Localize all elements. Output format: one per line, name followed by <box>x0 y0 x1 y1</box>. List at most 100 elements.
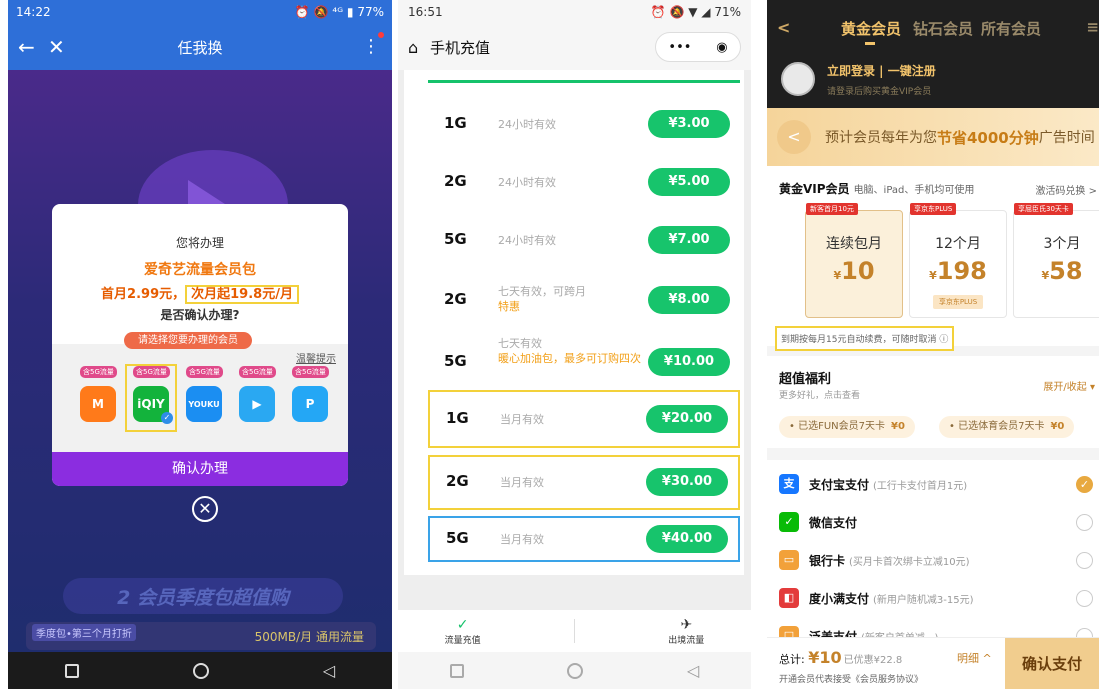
package-size: 2G <box>444 290 467 308</box>
bank-card-icon: ▭ <box>779 550 799 570</box>
status-bar: 14:22 ⏰ 🔕 ⁴ᴳ ▮ 77% <box>8 0 392 24</box>
payment-alipay[interactable]: 支 支付宝支付 (工行卡支付首月1元) ✓ <box>767 466 1099 504</box>
package-desc: 24小时有效 <box>498 118 556 131</box>
close-target-icon[interactable]: ◉ <box>716 40 727 55</box>
quarterly-package-row[interactable]: 季度包•第三个月打折 500MB/月 通用流量 <box>26 622 376 650</box>
tab-divider <box>573 619 575 643</box>
package-row: 5G 七天有效 暖心加油包，最多可订购四次 ¥10.00 <box>428 332 740 392</box>
plan-tag: 享屈臣氏30天卡 <box>1014 203 1073 215</box>
confirm-button[interactable]: 确认办理 <box>52 452 348 486</box>
back-arrow-icon[interactable]: ← <box>18 35 48 59</box>
menu-icon[interactable]: ≡ <box>1086 18 1099 36</box>
package-size: 5G <box>444 230 467 248</box>
tab-gold[interactable]: 黄金会员 <box>841 18 901 39</box>
benefit-chip[interactable]: • 已选体育会员7天卡 ¥0 <box>939 416 1075 438</box>
app-option-youku[interactable]: 含5G流量 YOUKU <box>180 366 228 430</box>
price-button[interactable]: ¥30.00 <box>646 468 728 496</box>
app-option-mango[interactable]: 含5G流量 M <box>74 366 122 430</box>
price-button[interactable]: ¥10.00 <box>648 348 730 376</box>
payment-bank-card[interactable]: ▭ 银行卡 (买月卡首次绑卡立减10元) <box>767 542 1099 580</box>
payment-wechat[interactable]: ✓ 微信支付 <box>767 504 1099 542</box>
price-button[interactable]: ¥8.00 <box>648 286 730 314</box>
notification-dot <box>378 32 384 38</box>
radio-button[interactable] <box>1076 590 1093 607</box>
checkout-footer: 总计: ¥10 已优惠¥22.8 明细 ^ 开通会员代表接受《会员服务协议》 确认… <box>767 637 1099 689</box>
app-option-tencent[interactable]: 含5G流量 ▶ <box>233 366 281 430</box>
benefit-subtitle: 更多好礼，点击查看 <box>779 391 861 401</box>
price-next-month: 次月起19.8元/月 <box>185 285 299 304</box>
tab-all[interactable]: 所有会员 <box>981 18 1041 39</box>
pptv-logo: P <box>292 386 328 422</box>
divider <box>428 80 740 83</box>
tab-diamond[interactable]: 钻石会员 <box>913 18 973 39</box>
back-icon[interactable]: ◁ <box>323 661 335 680</box>
package-size: 1G <box>446 409 469 427</box>
tip-link[interactable]: 温馨提示 <box>296 350 336 365</box>
price-first-month: 首月2.99元， <box>101 287 186 302</box>
agreement-link[interactable]: 开通会员代表接受《会员服务协议》 <box>779 672 923 685</box>
check-icon: ✓ <box>161 412 173 424</box>
price-button[interactable]: ¥5.00 <box>648 168 730 196</box>
confirm-pay-button[interactable]: 确认支付 <box>1005 638 1099 689</box>
redeem-code-link[interactable]: 激活码兑换 > <box>1035 182 1097 197</box>
recents-icon[interactable] <box>449 663 464 678</box>
package-desc: 当月有效 <box>500 533 544 546</box>
plan-tag: 享京东PLUS <box>910 203 957 215</box>
payment-duxiaoman[interactable]: ◧ 度小满支付 (新用户随机减3-15元) <box>767 580 1099 618</box>
plan-monthly[interactable]: 新客首月10元 连续包月 ¥10 <box>805 203 903 318</box>
choose-member-label: 请选择您要办理的会员 <box>124 332 252 349</box>
package-size: 5G <box>444 352 467 370</box>
package-desc: 24小时有效 <box>498 176 556 189</box>
package-desc: 七天有效，可跨月 特惠 <box>498 285 586 313</box>
plan-3-months[interactable]: 享屈臣氏30天卡 3个月 ¥58 <box>1013 203 1099 318</box>
price-button[interactable]: ¥40.00 <box>646 525 728 553</box>
tencent-video-logo: ▶ <box>239 386 275 422</box>
prev-arrow-icon[interactable]: < <box>777 120 811 154</box>
payment-name: 支付宝支付 (工行卡支付首月1元) <box>809 478 968 492</box>
home-icon[interactable] <box>567 662 584 679</box>
price-button[interactable]: ¥7.00 <box>648 226 730 254</box>
package-row: 5G 24小时有效 ¥7.00 <box>428 216 740 264</box>
recents-icon[interactable] <box>64 663 79 678</box>
package-size: 1G <box>444 114 467 132</box>
confirm-modal: 您将办理 爱奇艺流量会员包 首月2.99元， 次月起19.8元/月 是否确认办理?… <box>52 204 348 486</box>
section-title-quarterly: 2 会员季度包超值购 <box>63 578 343 614</box>
modal-price: 首月2.99元， 次月起19.8元/月 <box>52 283 348 304</box>
more-icon[interactable]: ⋮ <box>362 36 380 57</box>
system-nav-bar: ◁ <box>8 652 392 689</box>
plan-name: 12个月 <box>935 236 981 252</box>
package-size: 2G <box>444 172 467 190</box>
tab-indicator <box>865 42 875 45</box>
tab-outbound-data[interactable]: ✈ 出境流量 <box>668 617 704 646</box>
app-option-pptv[interactable]: 含5G流量 P <box>286 366 334 430</box>
price-button[interactable]: ¥3.00 <box>648 110 730 138</box>
expand-toggle[interactable]: 展开/收起 ▾ <box>1043 378 1095 393</box>
package-desc: 七天有效 暖心加油包，最多可订购四次 <box>498 337 641 365</box>
package-list: 1G 24小时有效 ¥3.00 2G 24小时有效 ¥5.00 5G 24小时有… <box>404 70 744 575</box>
close-icon[interactable]: ✕ <box>48 35 78 59</box>
modal-question: 是否确认办理? <box>160 308 240 322</box>
plan-12-months[interactable]: 享京东PLUS 12个月 ¥198 享京东PLUS <box>909 203 1007 318</box>
avatar[interactable] <box>781 62 815 96</box>
radio-button[interactable] <box>1076 552 1093 569</box>
package-desc: 当月有效 <box>500 476 544 489</box>
radio-selected[interactable]: ✓ <box>1076 476 1093 493</box>
package-size: 2G <box>446 472 469 490</box>
5g-tag: 含5G流量 <box>133 366 170 378</box>
home-icon[interactable] <box>192 662 209 679</box>
detail-toggle[interactable]: 明细 ^ <box>957 650 992 666</box>
more-icon[interactable]: ••• <box>668 40 691 55</box>
price-button[interactable]: ¥20.00 <box>646 405 728 433</box>
home-icon[interactable]: ⌂ <box>408 38 430 57</box>
app-option-iqiyi[interactable]: 含5G流量 iQIY ✓ <box>125 364 177 432</box>
radio-button[interactable] <box>1076 514 1093 531</box>
login-link[interactable]: 立即登录 | 一键注册 <box>827 62 936 79</box>
payment-name: 银行卡 (买月卡首次绑卡立减10元) <box>809 554 970 568</box>
benefit-chip[interactable]: • 已选FUN会员7天卡 ¥0 <box>779 416 915 438</box>
tab-data-recharge[interactable]: ✓ 流量充值 <box>445 617 481 646</box>
page-title: 手机充值 <box>430 38 491 57</box>
back-icon[interactable]: < <box>777 18 790 37</box>
back-icon[interactable]: ◁ <box>687 661 699 680</box>
modal-close-icon[interactable]: ✕ <box>192 496 218 522</box>
panel-unicom-app: 14:22 ⏰ 🔕 ⁴ᴳ ▮ 77% ← ✕ 任我换 ⋮ 2 会员季度包超值购 … <box>8 0 392 689</box>
